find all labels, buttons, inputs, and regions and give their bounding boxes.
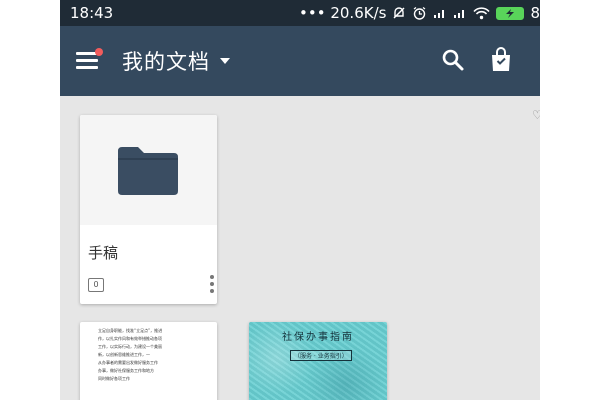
- preview-line: 作，以扎实作风和有效举措推动各项: [98, 336, 162, 341]
- dot: [210, 282, 214, 286]
- cover-title: 社保办事指南: [282, 332, 354, 343]
- cover-subtitle: （服务 · 业务指引）: [290, 350, 352, 361]
- folder-icon: [118, 147, 178, 195]
- status-icons: ••• 20.6K/s 8: [299, 4, 540, 22]
- battery-charging-icon: [496, 6, 525, 20]
- menu-button[interactable]: [74, 48, 103, 74]
- page-title: 我的文档: [122, 50, 210, 74]
- hamburger-line: [76, 59, 98, 62]
- preview-line: 同时做好各项工作: [98, 376, 130, 381]
- preview-line: 立足自身职能，找准“立足点”，推进: [98, 328, 163, 333]
- dot: [210, 289, 214, 293]
- document-preview: 立足自身职能，找准“立足点”，推进 作，以扎实作风和有效举措推动各项 工作，以实…: [98, 327, 198, 383]
- notification-dot: [95, 48, 103, 56]
- signal-icon: [433, 7, 447, 19]
- cover-document-card[interactable]: 社保办事指南 （服务 · 业务指引）: [249, 322, 387, 400]
- shopping-bag-button[interactable]: [488, 46, 514, 74]
- item-count-badge: 0: [88, 278, 104, 292]
- folder-name: 手稿: [88, 244, 119, 262]
- search-icon: [442, 49, 464, 71]
- preview-line: 工作，以实际行动，为建设一个美丽: [98, 344, 162, 349]
- dot: [210, 275, 214, 279]
- status-bar: 18:43 ••• 20.6K/s 8: [60, 0, 540, 26]
- preview-line: 新，以创新思维推进工作，一: [98, 352, 150, 357]
- more-options-button[interactable]: [208, 275, 216, 297]
- preview-line: 办事，做好社保服务工作和地方: [98, 368, 154, 373]
- corner-marker-icon: ♡: [532, 108, 540, 122]
- silent-bell-icon: [392, 6, 406, 20]
- shopping-bag-icon: [492, 47, 510, 71]
- hamburger-line: [76, 66, 98, 69]
- dropdown-caret-icon: [220, 58, 230, 64]
- folder-thumbnail: [80, 115, 217, 225]
- status-time: 18:43: [70, 4, 114, 22]
- folder-card[interactable]: 手稿 0: [80, 115, 217, 304]
- network-speed: ••• 20.6K/s: [299, 4, 387, 22]
- wifi-icon: [473, 6, 491, 20]
- phone-screen: 18:43 ••• 20.6K/s 8 我的文档 ♡ 手稿 0 立足自身职能，找…: [60, 0, 540, 400]
- alarm-icon: [412, 6, 427, 21]
- battery-level: 8: [530, 4, 540, 22]
- search-button[interactable]: [440, 47, 466, 73]
- preview-line: 从办事者的需要出发做好服务工作: [98, 360, 158, 365]
- document-card[interactable]: 立足自身职能，找准“立足点”，推进 作，以扎实作风和有效举措推动各项 工作，以实…: [80, 322, 217, 400]
- app-bar: 我的文档: [60, 26, 540, 96]
- signal-icon: [453, 7, 467, 19]
- title-dropdown[interactable]: 我的文档: [122, 46, 230, 76]
